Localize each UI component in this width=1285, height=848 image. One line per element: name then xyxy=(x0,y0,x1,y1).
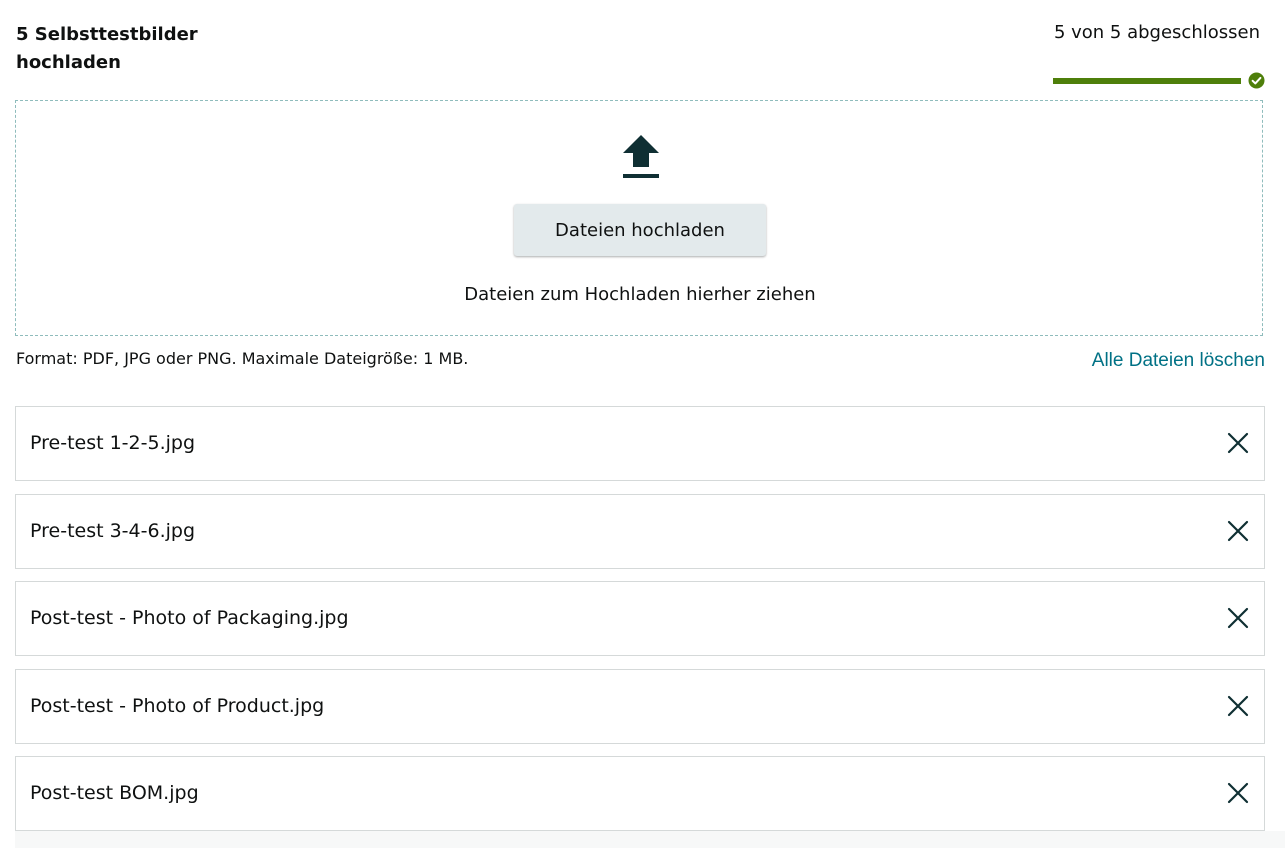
progress-bar xyxy=(1053,78,1241,84)
close-icon xyxy=(1227,695,1249,716)
remove-file-button[interactable] xyxy=(1226,431,1250,455)
file-row: Pre-test 1-2-5.jpg xyxy=(15,406,1265,481)
remove-file-button[interactable] xyxy=(1226,781,1250,805)
close-icon xyxy=(1227,782,1249,804)
file-row: Post-test - Photo of Packaging.jpg xyxy=(15,581,1265,656)
close-icon xyxy=(1227,607,1249,629)
format-hint: Format: PDF, JPG oder PNG. Maximale Date… xyxy=(16,349,469,368)
drop-instructions: Dateien zum Hochladen hierher ziehen xyxy=(464,284,816,305)
page-title: 5 Selbsttestbilder hochladen xyxy=(16,24,198,73)
progress-bar-fill xyxy=(1053,78,1241,84)
page-footer-strip xyxy=(15,831,1285,848)
file-row: Post-test BOM.jpg xyxy=(15,756,1265,831)
close-icon xyxy=(1227,432,1249,454)
file-name: Pre-test 3-4-6.jpg xyxy=(30,519,196,542)
file-name: Pre-test 1-2-5.jpg xyxy=(30,432,196,454)
file-row: Pre-test 3-4-6.jpg xyxy=(15,493,1265,569)
remove-file-button[interactable] xyxy=(1226,519,1250,543)
file-name: Post-test - Photo of Packaging.jpg xyxy=(30,607,349,629)
progress-status-text: 5 von 5 abgeschlossen xyxy=(1053,22,1260,43)
remove-file-button[interactable] xyxy=(1226,606,1250,630)
check-circle-icon xyxy=(1248,72,1265,89)
file-name: Post-test BOM.jpg xyxy=(30,782,199,804)
close-icon xyxy=(1227,520,1249,541)
upload-files-button[interactable]: Dateien hochladen xyxy=(514,204,766,256)
uploaded-file-list: Pre-test 1-2-5.jpg Pre-test 3-4-6.jpg Po… xyxy=(15,406,1265,844)
file-row: Post-test - Photo of Product.jpg xyxy=(15,668,1265,744)
clear-all-files-link[interactable]: Alle Dateien löschen xyxy=(1092,348,1265,374)
remove-file-button[interactable] xyxy=(1226,694,1250,718)
upload-icon xyxy=(623,135,659,178)
file-name: Post-test - Photo of Product.jpg xyxy=(30,694,325,717)
